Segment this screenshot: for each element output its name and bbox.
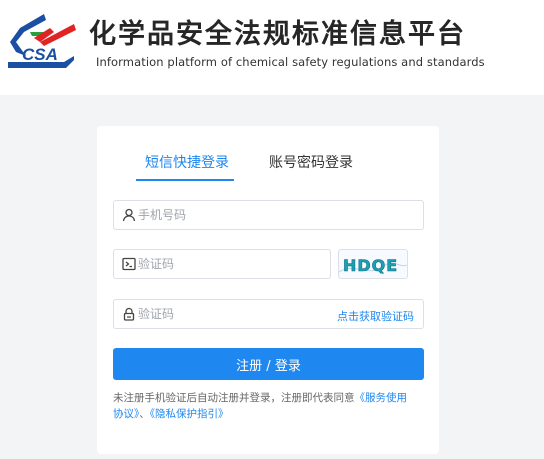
- captcha-input[interactable]: [138, 250, 324, 278]
- login-card: 短信快捷登录 账号密码登录 HDQE 点击获取验证码 注册: [97, 126, 439, 454]
- captcha-text: HDQE: [343, 256, 398, 275]
- terminal-icon: [122, 257, 136, 271]
- sms-code-field[interactable]: 点击获取验证码: [113, 299, 424, 329]
- notice-text: 未注册手机验证后自动注册并登录，注册即代表同意: [113, 392, 355, 404]
- captcha-field[interactable]: [113, 249, 331, 279]
- site-subtitle: Information platform of chemical safety …: [96, 55, 485, 69]
- get-code-link[interactable]: 点击获取验证码: [337, 308, 414, 324]
- active-tab-indicator: [136, 179, 234, 181]
- tab-password-login[interactable]: 账号密码登录: [269, 152, 353, 172]
- lock-icon: [123, 307, 135, 321]
- captcha-image[interactable]: HDQE: [338, 249, 408, 279]
- phone-input[interactable]: [138, 201, 418, 229]
- login-tabs: 短信快捷登录 账号密码登录: [97, 152, 439, 182]
- agreement-notice: 未注册手机验证后自动注册并登录，注册即代表同意《服务使用协议》、《隐私保护指引》: [113, 390, 413, 422]
- csa-logo: CSA: [8, 14, 76, 68]
- register-login-button[interactable]: 注册 / 登录: [113, 348, 424, 380]
- user-icon: [122, 208, 136, 222]
- phone-field[interactable]: [113, 200, 424, 230]
- privacy-link[interactable]: 《隐私保护指引》: [150, 408, 229, 420]
- sms-code-input[interactable]: [138, 300, 308, 328]
- site-title: 化学品安全法规标准信息平台: [89, 19, 466, 50]
- notice-separator: 、: [139, 408, 150, 420]
- svg-text:CSA: CSA: [22, 45, 58, 64]
- site-header: CSA 化学品安全法规标准信息平台 Information platform o…: [0, 0, 544, 95]
- tab-sms-login[interactable]: 短信快捷登录: [145, 152, 229, 172]
